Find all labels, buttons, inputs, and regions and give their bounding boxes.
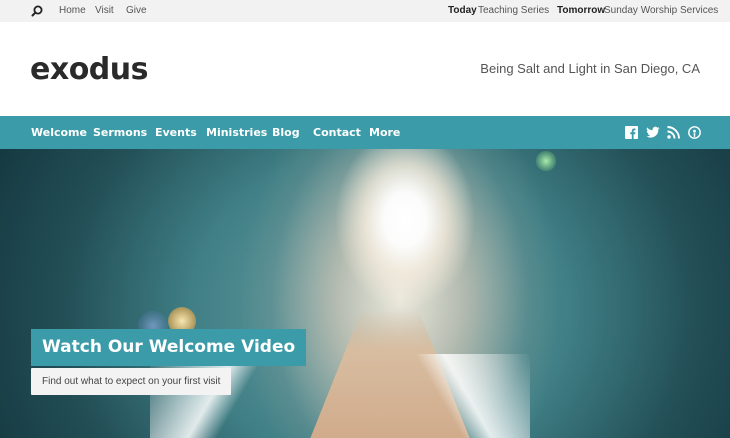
wave-foam-right [390,354,530,438]
hero-banner: Watch Our Welcome Video Find out what to… [0,149,730,438]
tomorrow-link[interactable]: Sunday Worship Services [604,5,718,16]
site-logo[interactable]: exodus [30,52,149,87]
facebook-icon[interactable] [625,126,638,139]
top-link-home[interactable]: Home [59,5,86,16]
welcome-video-button[interactable]: Watch Our Welcome Video [31,329,307,366]
podcast-icon[interactable] [688,126,701,139]
nav-item-sermons[interactable]: Sermons [93,126,147,139]
main-nav: Welcome Sermons Events Ministries Blog C… [0,116,730,149]
search-icon[interactable] [31,5,43,17]
site-tagline: Being Salt and Light in San Diego, CA [480,61,700,76]
nav-item-blog[interactable]: Blog [272,126,300,139]
today-link[interactable]: Teaching Series [478,5,549,16]
top-link-visit[interactable]: Visit [95,5,114,16]
twitter-icon[interactable] [646,126,660,139]
nav-item-more[interactable]: More [369,126,400,139]
nav-item-contact[interactable]: Contact [313,126,361,139]
lens-flare-green [536,151,556,171]
today-label: Today [448,5,477,16]
tomorrow-label: Tomorrow [557,5,606,16]
wave-foam-left [150,354,290,438]
nav-item-welcome[interactable]: Welcome [31,126,87,139]
top-bar: Home Visit Give Today Teaching Series To… [0,0,730,22]
site-header: exodus Being Salt and Light in San Diego… [0,22,730,116]
top-link-give[interactable]: Give [126,5,147,16]
nav-item-events[interactable]: Events [155,126,197,139]
rss-icon[interactable] [667,126,680,139]
nav-item-ministries[interactable]: Ministries [206,126,267,139]
welcome-video-subtitle[interactable]: Find out what to expect on your first vi… [31,368,232,395]
